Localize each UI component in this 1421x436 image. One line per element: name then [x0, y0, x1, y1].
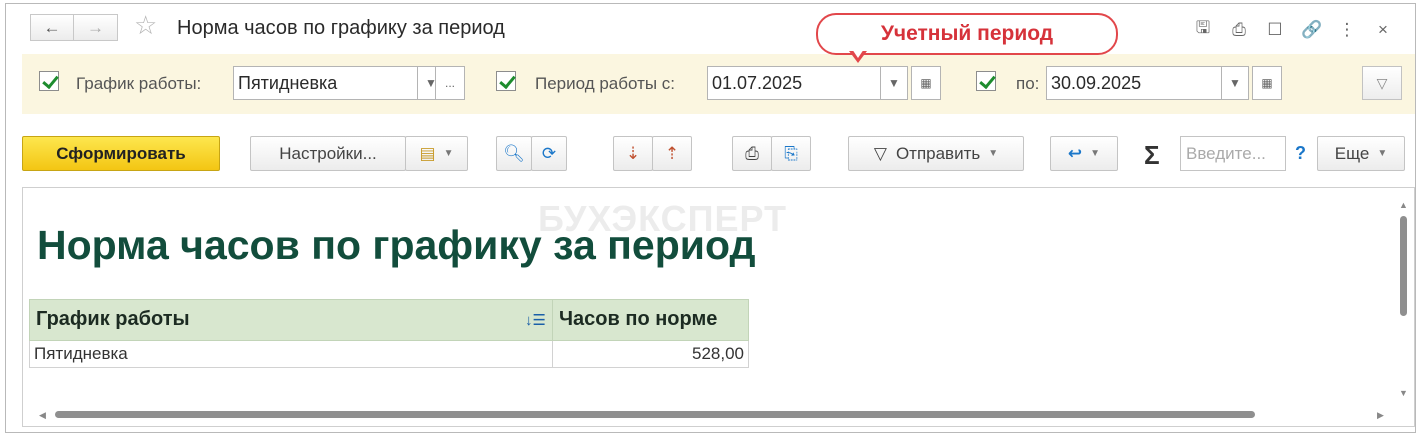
report-spreadsheet[interactable]: БУХЭКСПЕРТ Норма часов по графику за пер… — [22, 187, 1415, 427]
period-to-checkbox[interactable] — [976, 71, 996, 91]
scroll-left-icon[interactable]: ◀ — [39, 410, 46, 421]
callout-pointer — [849, 49, 867, 63]
chevron-down-icon: ▼ — [443, 148, 454, 159]
sort-icon[interactable]: ↓☰ — [525, 306, 546, 336]
horizontal-scrollbar[interactable]: ◀ ▶ — [39, 410, 1384, 421]
report-variant-icon: ▤ — [419, 143, 436, 163]
goto-dropdown-button[interactable]: ↩ ▼ — [1050, 136, 1118, 171]
table-header-row: График работы ↓☰ Часов по норме — [29, 299, 749, 341]
table-cell-hours[interactable]: 528,00 — [552, 340, 749, 368]
chevron-down-icon[interactable]: ▼ — [1221, 66, 1249, 100]
toolbar: Сформировать Настройки... ▤ ▼ 🔍︎ ⟳ ⇣ ⇡ ⎙ … — [6, 133, 1415, 175]
sum-sigma-icon[interactable]: Σ — [1144, 140, 1160, 171]
find-next-icon: ⟳ — [541, 143, 557, 163]
save-icon[interactable]: 🖫 — [1193, 15, 1213, 44]
chevron-down-icon[interactable]: ▼ — [880, 66, 908, 100]
table-cell-schedule[interactable]: Пятидневка — [29, 340, 553, 368]
scroll-right-icon[interactable]: ▶ — [1377, 410, 1384, 421]
column-header-schedule[interactable]: График работы ↓☰ — [29, 299, 553, 341]
forward-button[interactable]: → — [74, 14, 118, 41]
period-from-checkbox[interactable] — [496, 71, 516, 91]
schedule-field[interactable]: Пятидневка — [233, 66, 418, 100]
send-label: Отправить — [895, 143, 981, 163]
settings-button[interactable]: Настройки... — [250, 136, 406, 171]
column-header-label: Часов по норме — [559, 308, 718, 330]
schedule-label: График работы: — [76, 74, 202, 93]
scroll-down-icon[interactable]: ▼ — [1399, 388, 1408, 398]
report-table: График работы ↓☰ Часов по норме Пятиднев… — [29, 299, 749, 368]
back-button[interactable]: ← — [30, 14, 74, 41]
return-arrow-icon: ↩ — [1067, 143, 1083, 163]
help-icon[interactable]: ? — [1295, 143, 1306, 164]
close-icon[interactable]: × — [1373, 20, 1393, 40]
chevron-down-icon: ▼ — [1090, 148, 1101, 159]
period-to-label: по: — [1016, 74, 1040, 93]
navigation-group: ← → — [30, 14, 118, 41]
sum-input[interactable]: Введите... — [1180, 136, 1286, 171]
preview-icon: ⎘ — [784, 143, 798, 163]
report-window: ← → ☆ Норма часов по графику за период 🖫… — [5, 3, 1416, 433]
print-preview-button[interactable]: ⎘ — [771, 136, 811, 171]
period-to-field[interactable]: 30.09.2025 — [1046, 66, 1222, 100]
print-icon: ⎙ — [745, 143, 759, 163]
column-header-label: График работы — [36, 308, 190, 330]
expand-groups-button[interactable]: ⇣ — [613, 136, 653, 171]
report-title: Норма часов по графику за период — [37, 222, 756, 268]
vertical-scrollbar[interactable]: ▲ ▼ — [1398, 200, 1408, 398]
scroll-up-icon[interactable]: ▲ — [1399, 200, 1408, 210]
more-button[interactable]: Еще ▼ — [1317, 136, 1405, 171]
calendar-icon[interactable]: ▦ — [911, 66, 941, 100]
more-vertical-icon[interactable]: ⋮ — [1337, 20, 1357, 40]
favorite-star-icon[interactable]: ☆ — [134, 12, 157, 38]
chevron-down-icon: ▼ — [1377, 148, 1388, 159]
period-from-label: Период работы с: — [535, 74, 676, 93]
find-next-button[interactable]: ⟳ — [531, 136, 567, 171]
search-icon: 🔍︎ — [503, 143, 525, 163]
calendar-icon[interactable]: ▦ — [1252, 66, 1282, 100]
collapse-icon: ⇡ — [664, 143, 680, 163]
generate-button[interactable]: Сформировать — [22, 136, 220, 171]
schedule-checkbox[interactable] — [39, 71, 59, 91]
table-row[interactable]: Пятидневка 528,00 — [29, 340, 749, 368]
column-header-hours[interactable]: Часов по норме — [552, 299, 749, 341]
print-button[interactable]: ⎙ — [732, 136, 772, 171]
expand-icon: ⇣ — [625, 143, 641, 163]
send-button[interactable]: ▽ Отправить ▼ — [848, 136, 1024, 171]
window-actions: 🖫 ⎙ ☐ 🔗 ⋮ × — [1193, 15, 1393, 44]
filter-funnel-icon[interactable]: ▽ — [1362, 66, 1402, 100]
find-button[interactable]: 🔍︎ — [496, 136, 532, 171]
link-icon[interactable]: 🔗 — [1301, 20, 1322, 40]
vertical-scroll-thumb[interactable] — [1400, 216, 1407, 316]
horizontal-scroll-thumb[interactable] — [55, 411, 1255, 418]
filter-bar: График работы: Пятидневка ▼ ... Период р… — [22, 54, 1415, 114]
period-from-field[interactable]: 01.07.2025 — [707, 66, 881, 100]
window-title: Норма часов по графику за период — [177, 17, 505, 39]
preview-icon[interactable]: ☐ — [1265, 20, 1285, 40]
more-label: Еще — [1334, 143, 1370, 163]
collapse-groups-button[interactable]: ⇡ — [652, 136, 692, 171]
variant-dropdown[interactable]: ▤ ▼ — [405, 136, 468, 171]
choose-button[interactable]: ... — [435, 66, 465, 100]
chevron-down-icon: ▼ — [988, 148, 999, 159]
send-icon: ▽ — [873, 143, 887, 163]
print-icon[interactable]: ⎙ — [1229, 20, 1249, 40]
title-bar: ← → ☆ Норма часов по графику за период 🖫… — [6, 4, 1415, 50]
